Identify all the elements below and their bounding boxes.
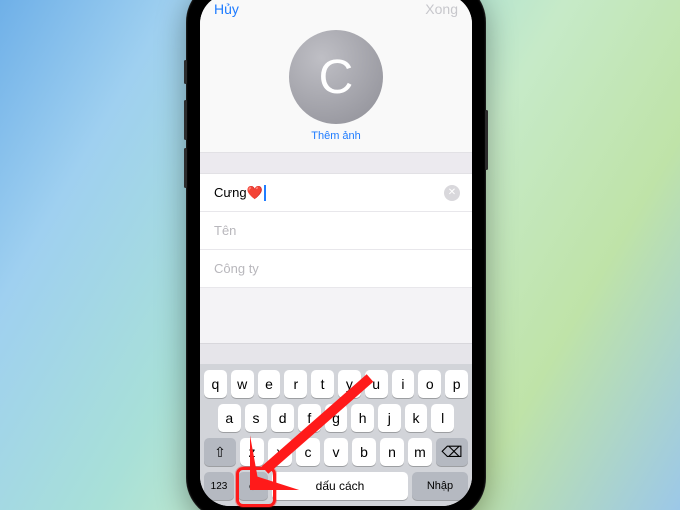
last-name-placeholder: Tên [214,223,236,238]
delete-key[interactable]: ⌫ [436,438,468,466]
key-row-1: q w e r t y u i o p [204,370,468,398]
key-b[interactable]: b [352,438,376,466]
add-photo-button[interactable]: Thêm ảnh [311,130,361,142]
key-z[interactable]: z [240,438,264,466]
done-button: Xong [425,1,458,17]
company-field[interactable]: Công ty [200,250,472,288]
last-name-field[interactable]: Tên [200,212,472,250]
numbers-key[interactable]: 123 [204,472,234,500]
key-m[interactable]: m [408,438,432,466]
clear-text-button[interactable]: ✕ [444,185,460,201]
cancel-button[interactable]: Hủy [214,1,239,17]
key-d[interactable]: d [271,404,294,432]
key-s[interactable]: s [245,404,268,432]
keyboard-area: q w e r t y u i o p a [200,343,472,506]
company-placeholder: Công ty [214,261,259,276]
key-y[interactable]: y [338,370,361,398]
prediction-bar[interactable] [200,343,472,364]
key-i[interactable]: i [392,370,415,398]
key-w[interactable]: w [231,370,254,398]
phone-screen: Hủy Xong C Thêm ảnh Cưng ❤️ [200,0,472,506]
emoji-icon: ☺ [247,479,259,493]
key-row-2: a s d f g h j k l [204,404,468,432]
key-g[interactable]: g [325,404,348,432]
key-j[interactable]: j [378,404,401,432]
phone-frame: Hủy Xong C Thêm ảnh Cưng ❤️ [186,0,486,510]
key-e[interactable]: e [258,370,281,398]
key-u[interactable]: u [365,370,388,398]
key-p[interactable]: p [445,370,468,398]
key-row-4: 123 ☺ dấu cách Nhập [204,472,468,500]
key-o[interactable]: o [418,370,441,398]
keyboard: q w e r t y u i o p a [200,364,472,506]
key-r[interactable]: r [284,370,307,398]
volume-up-button [184,100,187,140]
first-name-value: Cưng [214,185,247,200]
key-row-3: ⇧ z x c v b n m ⌫ [204,438,468,466]
background: Hủy Xong C Thêm ảnh Cưng ❤️ [0,0,680,510]
key-f[interactable]: f [298,404,321,432]
key-a[interactable]: a [218,404,241,432]
avatar-circle[interactable]: C [289,30,383,124]
contact-fields: Cưng ❤️ ✕ Tên Công ty [200,174,472,288]
text-cursor [264,185,266,201]
key-t[interactable]: t [311,370,334,398]
key-q[interactable]: q [204,370,227,398]
first-name-field[interactable]: Cưng ❤️ ✕ [200,174,472,212]
key-c[interactable]: c [296,438,320,466]
emoji-key[interactable]: ☺ [238,472,268,500]
shift-key[interactable]: ⇧ [204,438,236,466]
close-icon: ✕ [448,188,456,198]
key-v[interactable]: v [324,438,348,466]
key-l[interactable]: l [431,404,454,432]
side-button [184,60,187,84]
space-key[interactable]: dấu cách [272,472,408,500]
avatar-section: C Thêm ảnh [200,24,472,152]
key-x[interactable]: x [268,438,292,466]
navbar: Hủy Xong [200,0,472,24]
section-spacer [200,152,472,174]
volume-down-button [184,148,187,188]
avatar-initial: C [319,50,354,105]
heart-emoji: ❤️ [247,185,263,201]
return-key[interactable]: Nhập [412,472,468,500]
key-n[interactable]: n [380,438,404,466]
key-k[interactable]: k [405,404,428,432]
key-h[interactable]: h [351,404,374,432]
power-button [485,110,488,170]
